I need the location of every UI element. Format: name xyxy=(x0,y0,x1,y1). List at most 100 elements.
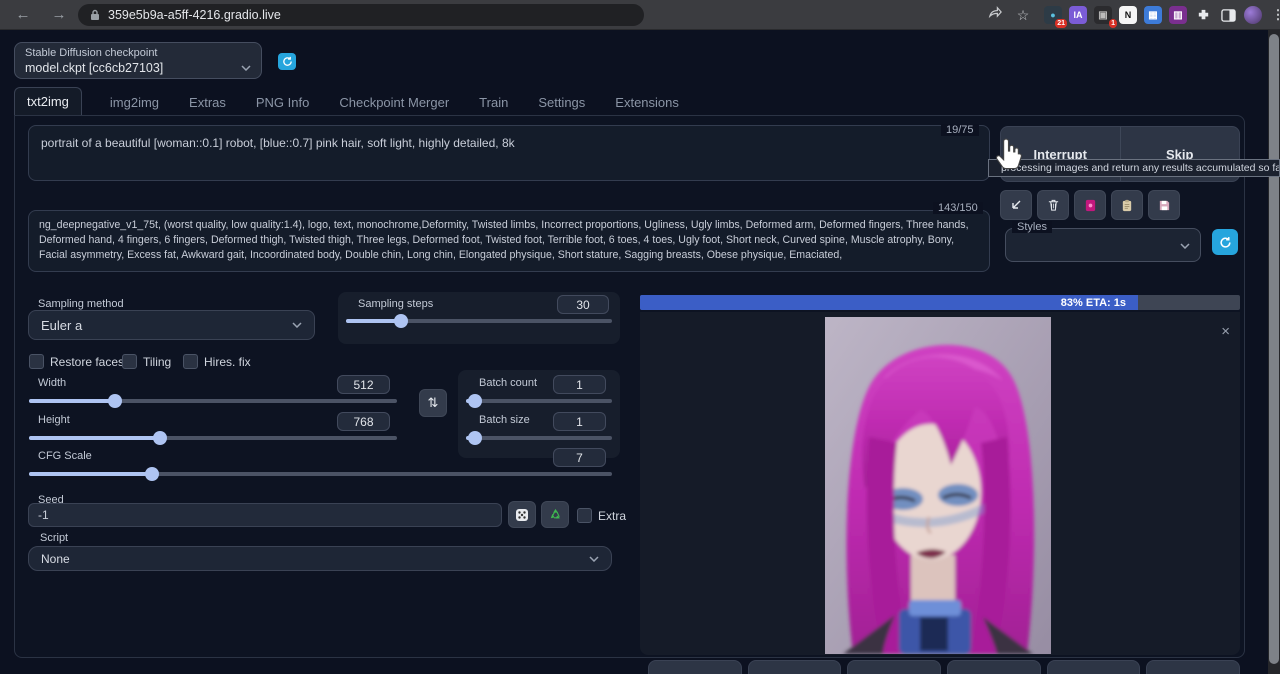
tab-train[interactable]: Train xyxy=(477,89,510,116)
address-bar[interactable]: 359e5b9a-a5ff-4216.gradio.live xyxy=(78,4,644,26)
pin-extension-icon[interactable]: ● 21 xyxy=(1044,6,1062,24)
bottom-action-button[interactable] xyxy=(947,660,1041,674)
tiling-checkbox[interactable] xyxy=(122,354,137,369)
page-scrollbar-track[interactable] xyxy=(1268,30,1280,674)
bottom-action-button[interactable] xyxy=(648,660,742,674)
ia-extension-icon[interactable]: IA xyxy=(1069,6,1087,24)
height-slider-thumb[interactable] xyxy=(153,431,167,445)
extra-seed-option[interactable]: Extra xyxy=(577,508,626,523)
tab-extras[interactable]: Extras xyxy=(187,89,228,116)
prompt-tools xyxy=(1000,190,1180,220)
swap-arrows-icon: ⇅ xyxy=(428,395,439,411)
batch-size-label: Batch size xyxy=(479,414,530,426)
sidebar-icon[interactable] xyxy=(1219,6,1237,24)
batch-count-slider-thumb[interactable] xyxy=(468,394,482,408)
paste-params-button[interactable] xyxy=(1000,190,1032,220)
hires-fix-checkbox[interactable] xyxy=(183,354,198,369)
recycle-icon xyxy=(548,507,563,522)
browser-forward-icon[interactable]: → xyxy=(48,4,70,26)
batch-size-slider[interactable] xyxy=(466,436,612,440)
prompt-token-counter: 19/75 xyxy=(941,124,979,136)
tab-checkpoint-merger[interactable]: Checkpoint Merger xyxy=(337,89,451,116)
height-slider[interactable] xyxy=(29,436,397,440)
extra-networks-button[interactable] xyxy=(1074,190,1106,220)
camera-extension-icon[interactable]: ▣ 1 xyxy=(1094,6,1112,24)
trash-icon xyxy=(1047,199,1060,212)
restore-faces-checkbox[interactable] xyxy=(29,354,44,369)
tab-extensions[interactable]: Extensions xyxy=(613,89,681,116)
batch-count-slider[interactable] xyxy=(466,399,612,403)
pin-extension-badge: 21 xyxy=(1055,19,1067,28)
seed-input[interactable]: -1 xyxy=(28,503,502,527)
tab-txt2img[interactable]: txt2img xyxy=(14,87,82,116)
styles-label: Styles xyxy=(1012,221,1052,233)
interrupt-tooltip: processing images and return any results… xyxy=(988,159,1280,177)
swap-dimensions-button[interactable]: ⇅ xyxy=(419,389,447,417)
browser-toolbar: ← → ↻ 359e5b9a-a5ff-4216.gradio.live ☆ ●… xyxy=(0,0,1280,30)
apply-style-button[interactable] xyxy=(1111,190,1143,220)
bookmark-star-icon[interactable]: ☆ xyxy=(1012,4,1034,26)
negative-prompt-token-counter: 143/150 xyxy=(933,202,983,214)
batch-count-value[interactable]: 1 xyxy=(553,375,606,394)
share-icon[interactable] xyxy=(984,4,1006,26)
reuse-seed-button[interactable] xyxy=(541,501,569,528)
profile-avatar[interactable] xyxy=(1244,6,1262,24)
negative-prompt-textarea[interactable]: ng_deepnegative_v1_75t, (worst quality, … xyxy=(28,210,990,272)
result-actions xyxy=(648,660,1240,674)
cfg-scale-slider[interactable] xyxy=(29,472,612,476)
styles-refresh-button[interactable] xyxy=(1212,229,1238,255)
width-slider[interactable] xyxy=(29,399,397,403)
browser-back-icon[interactable]: ← xyxy=(12,4,34,26)
tab-img2img[interactable]: img2img xyxy=(108,89,161,116)
restore-faces-label: Restore faces xyxy=(50,355,124,369)
browser-menu-icon[interactable]: ⋮ xyxy=(1269,6,1280,24)
bottom-action-button[interactable] xyxy=(1146,660,1240,674)
sampling-steps-label: Sampling steps xyxy=(358,298,433,310)
onenote-extension-icon[interactable]: ▥ xyxy=(1169,6,1187,24)
batch-size-slider-thumb[interactable] xyxy=(468,431,482,445)
close-image-icon[interactable]: × xyxy=(1221,324,1230,339)
sampling-steps-slider-thumb[interactable] xyxy=(394,314,408,328)
script-dropdown[interactable]: None xyxy=(28,546,612,571)
sampling-method-value: Euler a xyxy=(41,318,82,333)
hires-fix-option[interactable]: Hires. fix xyxy=(183,354,251,369)
height-value[interactable]: 768 xyxy=(337,412,390,431)
bottom-action-button[interactable] xyxy=(748,660,842,674)
sampling-method-dropdown[interactable]: Euler a xyxy=(28,310,315,340)
bottom-action-button[interactable] xyxy=(847,660,941,674)
cfg-scale-slider-thumb[interactable] xyxy=(145,467,159,481)
photos-extension-icon[interactable]: ▦ xyxy=(1144,6,1162,24)
checkpoint-dropdown[interactable]: Stable Diffusion checkpoint model.ckpt [… xyxy=(14,42,262,79)
bottom-action-button[interactable] xyxy=(1047,660,1141,674)
tiling-option[interactable]: Tiling xyxy=(122,354,171,369)
sampling-steps-slider[interactable] xyxy=(346,319,612,323)
sampling-steps-value[interactable]: 30 xyxy=(557,295,609,314)
width-slider-thumb[interactable] xyxy=(108,394,122,408)
checkpoint-label: Stable Diffusion checkpoint xyxy=(25,47,251,59)
page-scrollbar-thumb[interactable] xyxy=(1269,34,1279,664)
extra-seed-checkbox[interactable] xyxy=(577,508,592,523)
puzzle-extensions-icon[interactable] xyxy=(1194,6,1212,24)
styles-dropdown[interactable] xyxy=(1005,228,1201,262)
extra-seed-label: Extra xyxy=(598,509,626,523)
url-text: 359e5b9a-a5ff-4216.gradio.live xyxy=(108,8,281,22)
clear-prompt-button[interactable] xyxy=(1037,190,1069,220)
tab-settings[interactable]: Settings xyxy=(536,89,587,116)
cfg-scale-label: CFG Scale xyxy=(38,450,92,462)
width-value[interactable]: 512 xyxy=(337,375,390,394)
save-style-button[interactable] xyxy=(1148,190,1180,220)
notion-extension-icon[interactable]: N xyxy=(1119,6,1137,24)
script-label: Script xyxy=(40,532,68,544)
mouse-cursor xyxy=(993,138,1025,174)
cfg-scale-value[interactable]: 7 xyxy=(553,448,606,467)
generated-image[interactable] xyxy=(825,317,1051,654)
restore-faces-option[interactable]: Restore faces xyxy=(29,354,124,369)
batch-size-value[interactable]: 1 xyxy=(553,412,606,431)
tab-png-info[interactable]: PNG Info xyxy=(254,89,311,116)
progress-bar: 83% ETA: 1s xyxy=(640,295,1240,310)
prompt-textarea[interactable]: portrait of a beautiful [woman::0.1] rob… xyxy=(28,125,990,181)
checkpoint-refresh-button[interactable] xyxy=(278,53,296,70)
random-seed-button[interactable] xyxy=(508,501,536,528)
progress-text: 83% ETA: 1s xyxy=(640,295,1132,310)
lock-icon xyxy=(90,9,100,21)
